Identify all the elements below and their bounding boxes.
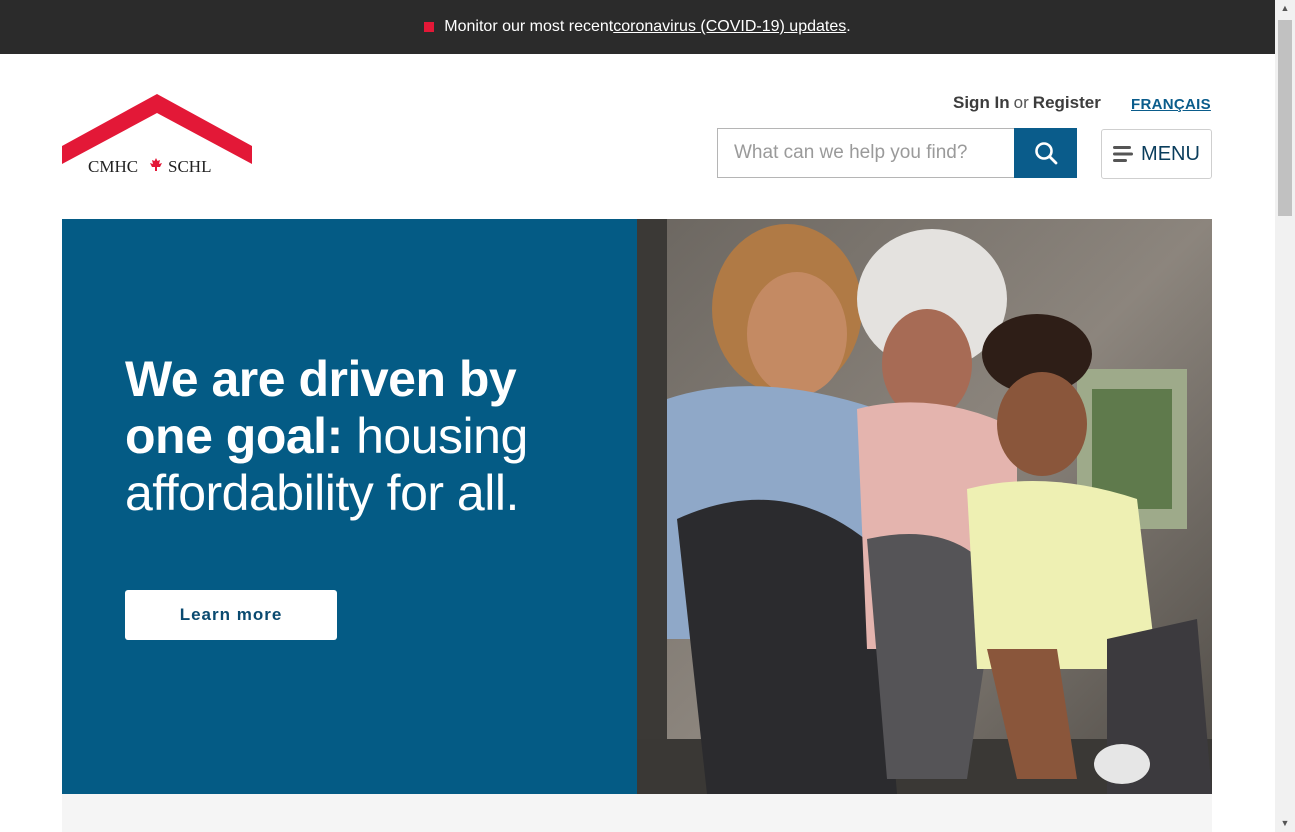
scroll-up-arrow-icon[interactable]: ▲ [1275,0,1295,17]
search-button[interactable] [1014,128,1077,178]
menu-button[interactable]: MENU [1101,129,1212,179]
language-toggle-link[interactable]: FRANÇAIS [1131,96,1211,113]
hero-heading: We are driven by one goal: housing affor… [125,351,605,522]
logo-text-cmhc: CMHC [88,157,138,174]
learn-more-button[interactable]: Learn more [125,590,337,640]
sign-in-link[interactable]: Sign In [953,93,1010,112]
maple-leaf-icon [150,158,162,171]
hero-panel: We are driven by one goal: housing affor… [62,219,637,794]
page-scrollbar[interactable]: ▲ ▼ [1275,0,1295,832]
scroll-down-arrow-icon[interactable]: ▼ [1275,815,1295,832]
covid-updates-link[interactable]: coronavirus (COVID-19) updates [613,18,846,36]
cmhc-roof-logo-icon: CMHC SCHL [62,94,252,176]
hero-family-photo [637,219,1212,794]
or-text: or [1013,93,1029,112]
menu-label: MENU [1141,142,1200,165]
scroll-thumb[interactable] [1278,20,1292,216]
logo-text-schl: SCHL [168,157,211,174]
cmhc-logo[interactable]: CMHC SCHL [62,94,252,176]
search-input[interactable] [717,128,1014,178]
content-below-hero [62,794,1212,832]
alert-bar: Monitor our most recent coronavirus (COV… [0,0,1275,54]
family-photo-illustration [637,219,1212,794]
hamburger-icon [1113,146,1134,162]
search-icon [1034,142,1057,165]
register-link[interactable]: Register [1033,93,1101,112]
alert-prefix: Monitor our most recent [444,18,614,35]
account-links: Sign In or Register [953,93,1101,113]
alert-suffix: . [846,18,851,35]
alert-square-icon [424,22,435,32]
